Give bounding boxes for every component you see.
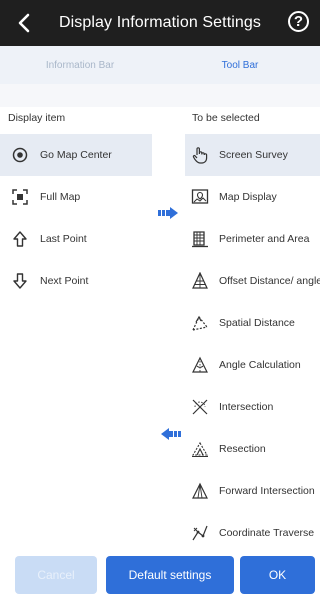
list-item-forward-intersection[interactable]: Forward Intersection <box>185 470 320 512</box>
cancel-button[interactable]: Cancel <box>15 556 97 594</box>
offset-icon <box>192 272 208 289</box>
hand-tap-icon <box>192 147 208 164</box>
resection-icon <box>192 441 208 457</box>
move-left-arrow-icon[interactable] <box>161 428 181 440</box>
section-divider <box>0 84 320 107</box>
list-item-coordinate-traverse[interactable]: Coordinate Traverse <box>185 512 320 554</box>
forward-intersection-icon <box>192 482 208 499</box>
item-label: Coordinate Traverse <box>219 527 315 539</box>
list-item-go-map-center[interactable]: Go Map Center <box>0 134 152 176</box>
list-item-intersection[interactable]: Intersection <box>185 386 320 428</box>
item-label: Angle Calculation <box>219 359 301 371</box>
back-arrow-icon[interactable] <box>14 11 36 35</box>
item-label: Last Point <box>40 233 87 245</box>
up-arrow-icon <box>13 231 27 247</box>
target-icon <box>12 147 28 163</box>
to-be-selected-list: Screen Survey Map Display Perimeter and … <box>185 134 320 554</box>
item-label: Intersection <box>219 401 274 413</box>
list-item-next-point[interactable]: Next Point <box>0 260 152 302</box>
list-item-spatial-distance[interactable]: Spatial Distance <box>185 302 320 344</box>
map-display-icon <box>191 189 209 204</box>
item-label: Offset Distance/ angle <box>219 275 320 287</box>
list-item-resection[interactable]: Resection <box>185 428 320 470</box>
full-map-icon <box>12 189 28 205</box>
title-bar: Display Information Settings ? <box>0 0 320 46</box>
ok-button[interactable]: OK <box>240 556 315 594</box>
item-label: Perimeter and Area <box>219 233 310 245</box>
list-item-full-map[interactable]: Full Map <box>0 176 152 218</box>
item-label: Map Display <box>219 191 277 203</box>
to-be-selected-heading: To be selected <box>192 112 260 124</box>
list-item-angle-calculation[interactable]: Angle Calculation <box>185 344 320 386</box>
tab-bar: Information Bar Tool Bar <box>0 46 320 84</box>
intersection-icon <box>192 399 208 415</box>
item-label: Spatial Distance <box>219 317 295 329</box>
angle-icon <box>192 356 208 373</box>
list-item-screen-survey[interactable]: Screen Survey <box>185 134 320 176</box>
page-title: Display Information Settings <box>58 14 261 31</box>
tab-information-bar[interactable]: Information Bar <box>0 46 160 84</box>
item-label: Next Point <box>40 275 89 287</box>
spatial-distance-icon <box>192 315 208 331</box>
area-icon <box>192 231 208 248</box>
list-item-offset-distance-angle[interactable]: Offset Distance/ angle <box>185 260 320 302</box>
list-item-last-point[interactable]: Last Point <box>0 218 152 260</box>
move-right-arrow-icon[interactable] <box>158 207 178 219</box>
list-item-map-display[interactable]: Map Display <box>185 176 320 218</box>
item-label: Forward Intersection <box>219 485 315 497</box>
display-item-list: Go Map Center Full Map Last Point Next P… <box>0 134 152 302</box>
help-icon[interactable]: ? <box>288 11 309 32</box>
footer-bar: Cancel Default settings OK <box>0 556 320 598</box>
list-item-perimeter-and-area[interactable]: Perimeter and Area <box>185 218 320 260</box>
tab-tool-bar[interactable]: Tool Bar <box>160 46 320 84</box>
coordinate-traverse-icon <box>192 525 208 541</box>
display-item-heading: Display item <box>8 112 66 124</box>
item-label: Full Map <box>40 191 81 203</box>
item-label: Go Map Center <box>40 149 112 161</box>
default-settings-button[interactable]: Default settings <box>106 556 234 594</box>
item-label: Screen Survey <box>219 149 288 161</box>
item-label: Resection <box>219 443 266 455</box>
down-arrow-icon <box>13 273 27 289</box>
